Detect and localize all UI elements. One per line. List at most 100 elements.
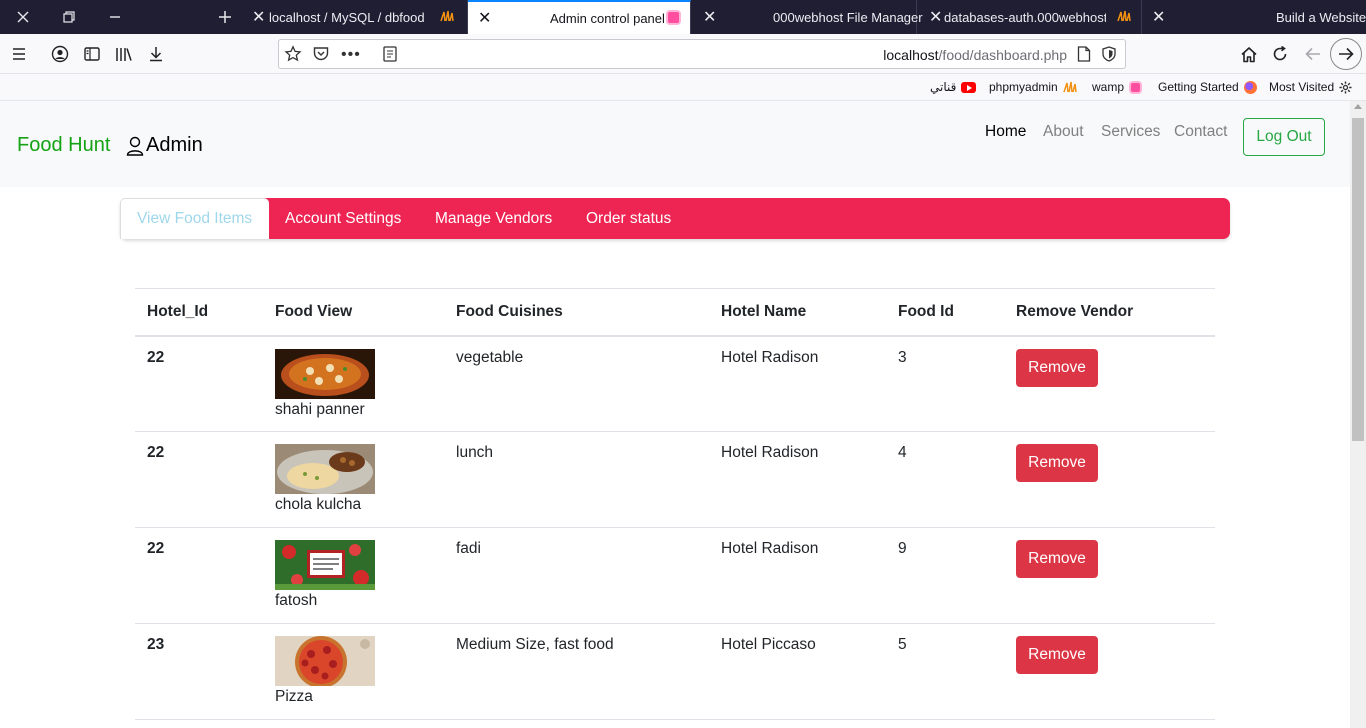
tab-build-website[interactable]: ✕ Build a Website [1142, 0, 1366, 34]
page-content: Food Hunt Admin Home About Services Cont… [0, 101, 1350, 728]
reader-view-icon[interactable] [383, 46, 397, 67]
close-tab-icon[interactable]: ✕ [1152, 7, 1165, 27]
food-name: fatosh [275, 592, 318, 609]
tab-account-settings[interactable]: Account Settings [269, 198, 417, 239]
remove-button[interactable]: Remove [1016, 444, 1098, 482]
back-icon[interactable] [1301, 42, 1325, 66]
nav-about[interactable]: About [1043, 123, 1084, 141]
page-actions-icon[interactable]: ••• [341, 46, 361, 64]
phpmyadmin-icon [1117, 10, 1131, 25]
cuisine-cell: vegetable [444, 335, 709, 432]
downloads-icon[interactable] [144, 42, 168, 66]
food-image [275, 540, 375, 590]
bookmark-youtube[interactable]: قناتي [930, 80, 977, 94]
nav-services[interactable]: Services [1101, 123, 1160, 141]
header-food-view: Food View [263, 288, 444, 337]
url-host: localhost [883, 47, 939, 63]
close-window-icon[interactable] [8, 0, 38, 34]
forward-icon[interactable] [1330, 38, 1362, 70]
close-tab-icon[interactable]: ✕ [478, 8, 491, 28]
cuisine-cell: fadi [444, 527, 709, 624]
remove-button[interactable]: Remove [1016, 348, 1098, 387]
shield-icon[interactable] [1102, 46, 1116, 67]
header-food-id: Food Id [886, 288, 1004, 337]
page-info-icon[interactable] [1077, 46, 1091, 67]
nav-contact[interactable]: Contact [1174, 123, 1227, 141]
tab-title: Build a Website [1276, 9, 1366, 25]
table-row: 22 fatosh fadi Hotel Radison 9 Remove [135, 527, 1215, 624]
bookmarks-toolbar: قناتي phpmyadmin wamp Getting Started Mo… [0, 74, 1366, 101]
scroll-up-arrow-icon[interactable] [1354, 104, 1362, 109]
food-id-cell: 5 [886, 623, 1004, 720]
close-tab-icon[interactable]: ✕ [929, 7, 942, 27]
close-tab-icon[interactable]: ✕ [703, 7, 716, 27]
admin-label: Admin [126, 134, 203, 157]
food-name: Pizza [275, 688, 313, 705]
scrollbar-thumb[interactable] [1352, 118, 1364, 441]
library-icon[interactable] [112, 42, 136, 66]
dashboard-tabs: View Food Items Account Settings Manage … [120, 198, 1230, 239]
hotel-name-cell: Hotel Piccaso [709, 623, 886, 720]
sidebar-icon[interactable] [80, 42, 104, 66]
bookmark-most-visited[interactable]: Most Visited [1269, 80, 1352, 94]
tab-admin-control-panel[interactable]: ✕ Admin control panel [468, 0, 691, 34]
new-tab-icon[interactable] [210, 0, 240, 34]
tab-title: localhost / MySQL / dbfood / t [269, 9, 427, 25]
remove-cell: Remove [1004, 431, 1215, 528]
bookmark-phpmyadmin[interactable]: phpmyadmin [989, 80, 1077, 94]
pocket-icon[interactable] [313, 46, 329, 66]
close-tab-icon[interactable]: ✕ [252, 7, 265, 27]
minimize-window-icon[interactable] [100, 0, 130, 34]
tab-title: 000webhost File Manager [773, 9, 923, 25]
tab-manage-vendors[interactable]: Manage Vendors [419, 198, 568, 239]
tab-title: databases-auth.000webhost.co [944, 9, 1106, 25]
food-image [275, 348, 375, 399]
logout-button[interactable]: Log Out [1243, 118, 1325, 156]
hotel-name-cell: Hotel Radison [709, 431, 886, 528]
tab-order-status[interactable]: Order status [570, 198, 687, 239]
hotel-name-cell: Hotel Radison [709, 527, 886, 624]
food-id-cell: 9 [886, 527, 1004, 624]
bookmark-label: Getting Started [1158, 80, 1239, 94]
table-header-row: Hotel_Id Food View Food Cuisines Hotel N… [135, 288, 1215, 337]
tab-view-food-items[interactable]: View Food Items [120, 198, 269, 239]
bookmark-getting-started[interactable]: Getting Started [1158, 80, 1257, 94]
phpmyadmin-icon [1062, 81, 1077, 93]
menu-icon[interactable] [7, 42, 31, 66]
cuisine-cell: Medium Size, fast food [444, 623, 709, 720]
restore-window-icon[interactable] [54, 0, 84, 34]
header-hotel-id: Hotel_Id [135, 288, 263, 337]
tab-phpmyadmin[interactable]: ✕ localhost / MySQL / dbfood / t [242, 0, 468, 34]
food-id-cell: 3 [886, 335, 1004, 432]
brand-logo[interactable]: Food Hunt [17, 134, 110, 157]
table-row: 23 Pizza Medium Size, fast food Hotel Pi… [135, 623, 1215, 720]
remove-cell: Remove [1004, 527, 1215, 624]
youtube-icon [961, 81, 977, 93]
phpmyadmin-icon [440, 10, 454, 25]
remove-button[interactable]: Remove [1016, 636, 1098, 674]
tab-databases-auth[interactable]: ✕ databases-auth.000webhost.co [917, 0, 1142, 34]
reload-icon[interactable] [1268, 42, 1292, 66]
bookmark-label: قناتي [930, 80, 957, 94]
bookmark-wamp[interactable]: wamp [1092, 80, 1143, 94]
bookmark-label: phpmyadmin [989, 80, 1058, 94]
hotel-id-cell: 23 [135, 623, 263, 720]
food-view-cell: Pizza [263, 623, 444, 720]
bookmark-label: wamp [1092, 80, 1125, 94]
home-icon[interactable] [1237, 42, 1261, 66]
tab-file-manager[interactable]: ✕ 000webhost File Manager [691, 0, 923, 34]
gear-icon [1339, 80, 1352, 94]
remove-button[interactable]: Remove [1016, 540, 1098, 578]
firefox-icon [1243, 80, 1257, 94]
food-id-cell: 4 [886, 431, 1004, 528]
nav-home[interactable]: Home [985, 123, 1026, 141]
header-hotel-name: Hotel Name [709, 288, 886, 337]
bookmark-star-icon[interactable] [284, 45, 302, 68]
food-view-cell: fatosh [263, 527, 444, 624]
url-path: /food/dashboard.php [938, 47, 1067, 63]
account-icon[interactable] [48, 42, 72, 66]
url-bar[interactable]: ••• localhost/food/dashboard.php [278, 39, 1126, 69]
food-view-cell: shahi panner [263, 335, 444, 432]
site-navbar: Food Hunt Admin Home About Services Cont… [0, 101, 1350, 187]
bookmark-label: Most Visited [1269, 80, 1335, 94]
